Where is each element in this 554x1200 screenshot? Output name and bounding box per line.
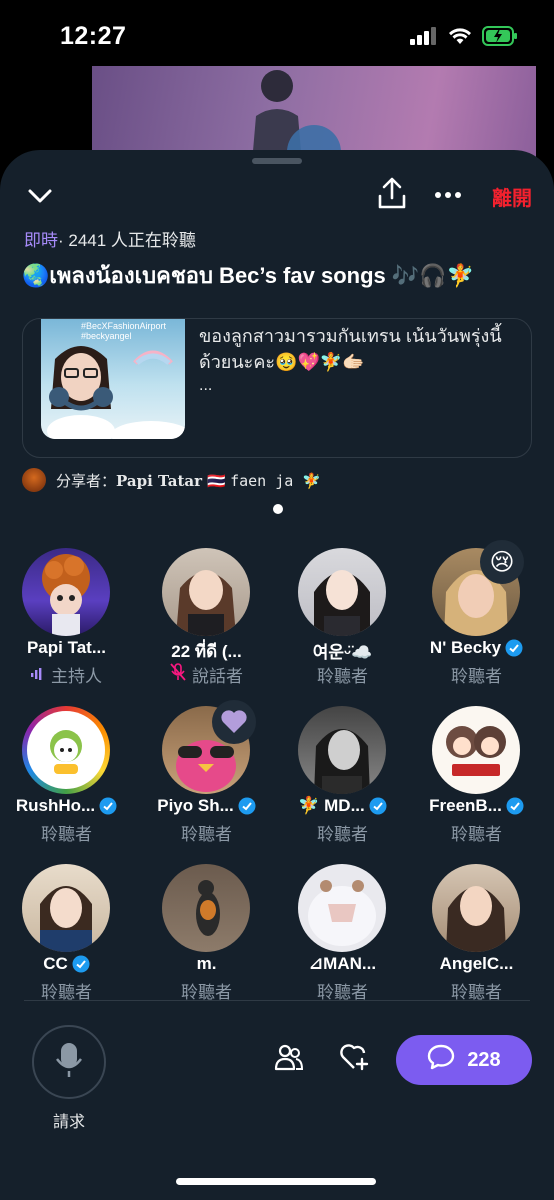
- status-bar: 12:27: [0, 0, 554, 70]
- heart-add-icon[interactable]: [340, 1043, 370, 1076]
- chevron-down-icon[interactable]: [24, 180, 56, 217]
- post-text: ของลูกสาวมารวมกันเทรน เน้นวันพรุ่งนี้ด้ว…: [199, 326, 502, 372]
- avatar: [298, 548, 386, 636]
- request-label: 請求: [52, 1114, 85, 1131]
- live-badge: 即時: [24, 231, 58, 250]
- participant-name: 여운ᵕ̈☁️: [312, 643, 373, 662]
- sharer-name[interactable]: Papi Tatar 🇹🇭: [116, 472, 226, 490]
- verified-badge-icon: [506, 797, 524, 815]
- participant-role: 主持人: [51, 667, 102, 686]
- microphone-icon: [55, 1041, 83, 1084]
- post-thumbnail: #BecXFashionAirport #beckyangel: [41, 319, 185, 439]
- status-time: 12:27: [60, 22, 127, 50]
- avatar: [162, 864, 250, 952]
- home-indicator: [176, 1178, 376, 1185]
- participant-role: 聆聽者: [451, 825, 502, 844]
- participant-card[interactable]: Papi Tat... 主持人: [0, 546, 133, 686]
- sheet-header: 離開: [0, 176, 554, 216]
- participant-name: m.: [196, 954, 217, 973]
- post-ellipsis: ...: [199, 377, 213, 394]
- sharer-row: 分享者：Papi Tatar 🇹🇭 faen ja 🧚: [22, 468, 321, 492]
- reaction-emoji: 😢: [480, 540, 524, 584]
- participant-name: AngelC...: [439, 954, 514, 973]
- chat-bubble-icon: [427, 1044, 455, 1076]
- sharer-avatar[interactable]: [22, 468, 46, 492]
- leave-button[interactable]: 離開: [492, 182, 532, 211]
- participant-role: 聆聽者: [41, 825, 92, 844]
- comment-count: 228: [467, 1048, 501, 1071]
- muted-mic-icon: [170, 663, 186, 686]
- participant-card[interactable]: m. 聆聽者: [140, 862, 273, 1002]
- sharer-extra: faen ja 🧚: [230, 471, 322, 490]
- participant-name: ⊿MAN...: [308, 954, 377, 973]
- signal-icon: [410, 27, 438, 50]
- participant-card[interactable]: AngelC... 聆聽者: [410, 862, 543, 1002]
- participant-card[interactable]: Piyo Sh... 聆聽者: [140, 700, 273, 844]
- reaction-emoji: [212, 700, 256, 744]
- share-icon[interactable]: [376, 176, 408, 215]
- avatar: [298, 706, 386, 794]
- verified-badge-icon: [369, 797, 387, 815]
- live-status: 即時· 2441 人正在聆聽: [24, 226, 196, 251]
- listener-count: · 2441 人正在聆聽: [58, 231, 196, 250]
- participant-card[interactable]: CC 聆聽者: [0, 862, 133, 1002]
- divider: [24, 1000, 530, 1001]
- verified-badge-icon: [99, 797, 117, 815]
- participant-name: Papi Tat...: [26, 638, 107, 657]
- participant-card[interactable]: 여운ᵕ̈☁️ 聆聽者: [276, 546, 409, 686]
- avatar: [298, 864, 386, 952]
- participant-name: N' Becky: [429, 638, 502, 657]
- battery-charging-icon: [482, 26, 518, 51]
- avatar: [22, 548, 110, 636]
- participant-card[interactable]: 22 ที่ดี (... 說話者: [140, 546, 273, 686]
- sharer-prefix: 分享者：: [56, 472, 117, 490]
- avatar: [432, 864, 520, 952]
- participant-role: 聆聽者: [451, 667, 502, 686]
- pagination-dot: [273, 504, 283, 514]
- participant-name: 22 ที่ดี (...: [171, 642, 242, 661]
- avatar: [432, 706, 520, 794]
- participant-card[interactable]: 🧚 MD... 聆聽者: [276, 704, 409, 844]
- comments-button[interactable]: 228: [396, 1035, 532, 1085]
- girl-illustration: [47, 346, 185, 439]
- avatar: [22, 864, 110, 952]
- participant-role: 說話者: [192, 667, 243, 686]
- speaking-bars-icon: [31, 665, 45, 685]
- participant-card[interactable]: FreenB... 聆聽者: [410, 704, 543, 844]
- participant-card[interactable]: ⊿MAN... 聆聽者: [276, 862, 409, 1002]
- request-mic-button[interactable]: [32, 1025, 106, 1099]
- verified-badge-icon: [238, 797, 256, 815]
- status-icons: [410, 26, 518, 51]
- participant-name: FreenB...: [429, 796, 502, 815]
- space-title: 🌏เพลงน้องเบคชอบ Bec’s fav songs 🎶🎧🧚: [22, 263, 475, 288]
- shared-post-card[interactable]: #BecXFashionAirport #beckyangel ของลูกสา…: [22, 318, 532, 458]
- participant-card[interactable]: RushHo... 聆聽者: [0, 704, 133, 844]
- participant-name: RushHo...: [15, 796, 96, 815]
- avatar: [162, 548, 250, 636]
- verified-badge-icon: [72, 955, 90, 973]
- participant-role: 聆聽者: [317, 825, 368, 844]
- space-sheet: 離開 即時· 2441 人正在聆聽 🌏เพลงน้องเบคชอบ Bec’s …: [0, 150, 554, 1200]
- participant-name: 🧚 MD...: [298, 796, 365, 815]
- participant-card[interactable]: 😢 N' Becky 聆聽者: [410, 540, 543, 686]
- wifi-icon: [448, 27, 472, 50]
- verified-badge-icon: [505, 639, 523, 657]
- participant-name: Piyo Sh...: [157, 796, 234, 815]
- more-options-icon[interactable]: [434, 186, 462, 204]
- people-icon[interactable]: [274, 1043, 304, 1076]
- sheet-grabber[interactable]: [252, 158, 302, 164]
- participant-role: 聆聽者: [181, 825, 232, 844]
- avatar: [22, 706, 110, 794]
- participant-role: 聆聽者: [317, 667, 368, 686]
- participant-name: CC: [43, 954, 68, 973]
